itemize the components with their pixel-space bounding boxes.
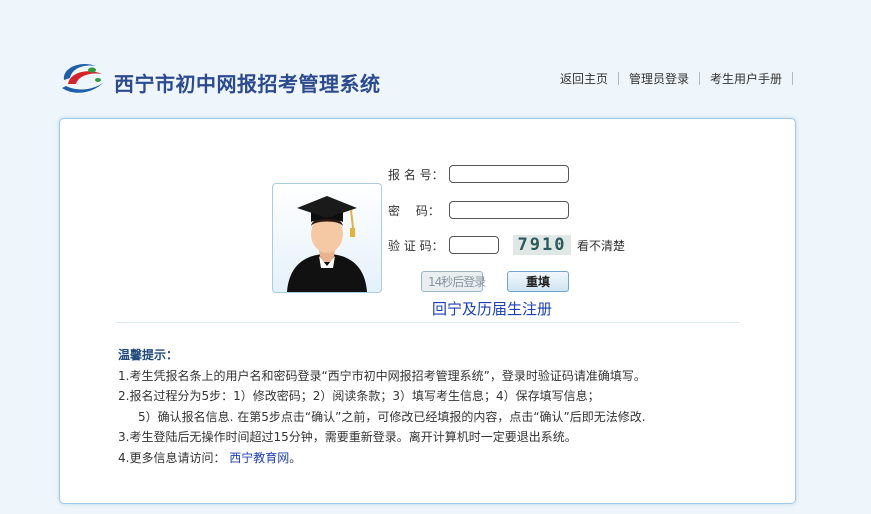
tip-line-4-suffix: 。 xyxy=(289,450,302,465)
tips-section: 温馨提示： 1.考生凭报名条上的用户名和密码登录“西宁市初中网报招考管理系统”，… xyxy=(118,345,646,468)
nav-user-manual-link[interactable]: 考生用户手册 xyxy=(700,70,792,87)
reset-button[interactable]: 重填 xyxy=(507,271,569,292)
tips-title: 温馨提示： xyxy=(118,348,179,362)
header: 西宁市初中网报招考管理系统 返回主页 管理员登录 考生用户手册 xyxy=(0,0,871,110)
reg-no-label: 报 名 号： xyxy=(388,167,444,182)
education-site-link[interactable]: 西宁教育网 xyxy=(229,451,289,465)
tip-line-4: 4.更多信息请访问： 西宁教育网。 xyxy=(118,448,646,469)
captcha-label: 验 证 码： xyxy=(388,238,444,253)
login-panel: 报 名 号： 密 码： 验 证 码： 7910 看不清楚 14秒后登录 重填 回… xyxy=(59,118,796,504)
nav-home-link[interactable]: 返回主页 xyxy=(550,70,618,87)
reg-no-input[interactable] xyxy=(449,165,569,183)
swirl-logo-icon xyxy=(62,63,104,93)
nav-admin-login-link[interactable]: 管理员登录 xyxy=(619,70,699,87)
divider xyxy=(116,322,740,323)
captcha-input[interactable] xyxy=(449,236,499,254)
login-button[interactable]: 14秒后登录 xyxy=(421,271,486,292)
nav-separator xyxy=(792,72,793,85)
password-row: 密 码： xyxy=(388,201,569,219)
tip-line-2: 2.报名过程分为5步：1）修改密码；2）阅读条款；3）填写考生信息；4）保存填写… xyxy=(118,389,600,403)
tip-line-2b: 5）确认报名信息. 在第5步点击“确认”之前，可修改已经填报的内容，点击“确认”… xyxy=(138,409,646,424)
password-input[interactable] xyxy=(449,201,569,219)
reg-no-row: 报 名 号： xyxy=(388,165,569,183)
password-label: 密 码： xyxy=(388,203,440,218)
tip-line-3: 3.考生登陆后无操作时间超过15分钟，需要重新登录。离开计算机时一定要退出系统。 xyxy=(118,430,577,444)
register-link[interactable]: 回宁及历届生注册 xyxy=(432,298,552,319)
tip-line-1: 1.考生凭报名条上的用户名和密码登录“西宁市初中网报招考管理系统”，登录时验证码… xyxy=(118,368,646,383)
system-title: 西宁市初中网报招考管理系统 xyxy=(114,72,381,96)
graduate-avatar-icon xyxy=(272,183,382,293)
captcha-image[interactable]: 7910 xyxy=(513,235,571,255)
captcha-row: 验 证 码： 7910 看不清楚 xyxy=(388,235,625,255)
tip-line-4-prefix: 4.更多信息请访问： xyxy=(118,450,226,465)
captcha-refresh-link[interactable]: 看不清楚 xyxy=(577,237,625,254)
top-navigation: 返回主页 管理员登录 考生用户手册 xyxy=(550,70,793,87)
